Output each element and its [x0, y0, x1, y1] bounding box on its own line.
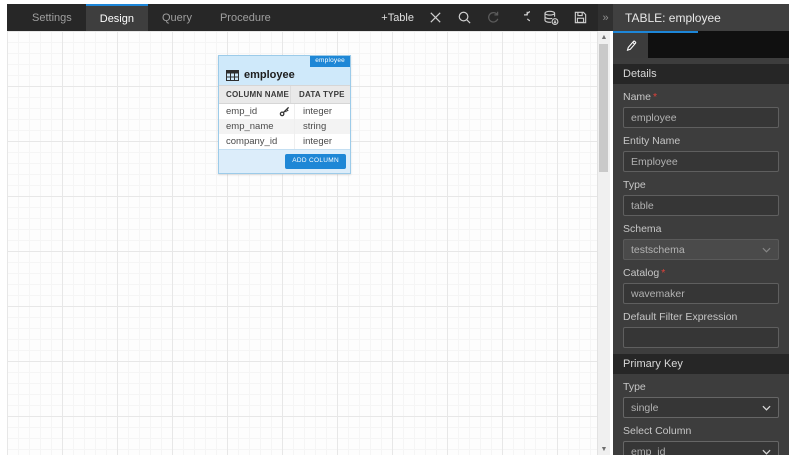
- section-details: Details: [613, 64, 789, 84]
- selected-value: testschema: [631, 243, 685, 256]
- export-database-icon[interactable]: [543, 10, 559, 26]
- mode-tabs: Settings Design Query Procedure: [7, 4, 285, 31]
- field-label: Entity Name: [623, 135, 681, 147]
- field-label: Default Filter Expression: [623, 311, 738, 323]
- field-label: Type: [623, 179, 646, 191]
- tab-procedure[interactable]: Procedure: [206, 4, 285, 31]
- field-default-filter: Default Filter Expression: [613, 311, 789, 348]
- entity-name-input[interactable]: [623, 151, 779, 172]
- redo-icon[interactable]: [514, 10, 530, 26]
- field-catalog: Catalog *: [613, 267, 789, 304]
- field-type: Type: [613, 179, 789, 216]
- name-input[interactable]: [623, 107, 779, 128]
- column-type: integer: [303, 136, 333, 147]
- entity-card-footer: ADD COLUMN: [219, 149, 350, 173]
- column-name: company_id: [226, 136, 278, 147]
- panel-tabstrip: [613, 31, 789, 58]
- table-row-company-id[interactable]: company_id integer: [219, 134, 350, 149]
- column-type: integer: [303, 106, 333, 117]
- table-row-emp-name[interactable]: emp_name string: [219, 119, 350, 134]
- catalog-input[interactable]: [623, 283, 779, 304]
- panel-title: TABLE: employee: [613, 4, 789, 31]
- add-column-button[interactable]: ADD COLUMN: [285, 154, 346, 169]
- column-name: emp_id: [226, 106, 258, 117]
- pk-type-select[interactable]: single: [623, 397, 779, 418]
- column-type: string: [303, 121, 327, 132]
- field-label: Catalog: [623, 267, 660, 279]
- selected-value: emp_id: [631, 445, 666, 456]
- scrollbar-thumb[interactable]: [599, 44, 608, 172]
- pk-column-select[interactable]: emp_id: [623, 441, 779, 455]
- design-canvas[interactable]: employee employee COLUMN NAME DATA TYPE …: [7, 31, 597, 455]
- column-header-row: COLUMN NAME DATA TYPE: [219, 85, 350, 104]
- search-icon[interactable]: [456, 10, 472, 26]
- chevron-down-icon: [762, 247, 771, 253]
- column-name-header: COLUMN NAME: [226, 90, 290, 99]
- entity-badge: employee: [310, 56, 350, 67]
- table-row-emp-id[interactable]: emp_id integer: [219, 104, 350, 119]
- data-type-header: DATA TYPE: [290, 86, 350, 103]
- tab-edit[interactable]: [613, 33, 648, 58]
- close-icon[interactable]: [427, 10, 443, 26]
- panel-collapse-chevrons-icon[interactable]: »: [598, 4, 613, 31]
- required-asterisk: *: [653, 91, 658, 103]
- entity-title: employee: [244, 69, 295, 81]
- tab-query[interactable]: Query: [148, 4, 206, 31]
- selected-value: single: [631, 401, 659, 414]
- field-label: Type: [623, 381, 646, 393]
- tab-settings[interactable]: Settings: [18, 4, 86, 31]
- scroll-down-icon[interactable]: ▼: [598, 443, 610, 455]
- schema-select[interactable]: testschema: [623, 239, 779, 260]
- canvas-vertical-scrollbar[interactable]: ▲ ▼: [597, 31, 610, 455]
- field-label: Name: [623, 91, 652, 103]
- field-pk-select-column: Select Column emp_id: [613, 425, 789, 455]
- chevron-down-icon: [762, 449, 771, 455]
- section-primary-key: Primary Key: [613, 354, 789, 374]
- scroll-up-icon[interactable]: ▲: [598, 31, 610, 43]
- type-input[interactable]: [623, 195, 779, 216]
- field-schema: Schema testschema: [613, 223, 789, 260]
- save-icon[interactable]: [572, 10, 588, 26]
- default-filter-input[interactable]: [623, 327, 779, 348]
- primary-key-icon: [279, 106, 290, 117]
- field-entity-name: Entity Name: [613, 135, 789, 172]
- entity-card-employee[interactable]: employee employee COLUMN NAME DATA TYPE …: [218, 55, 351, 174]
- pencil-icon: [626, 40, 636, 51]
- add-table-button[interactable]: +Table: [381, 12, 414, 24]
- field-label: Schema: [623, 223, 662, 235]
- required-asterisk: *: [661, 267, 666, 279]
- properties-panel: TABLE: employee Details Name* Entity Nam…: [613, 4, 789, 455]
- top-toolbar: Settings Design Query Procedure +Table: [7, 4, 598, 31]
- table-grid-icon: [226, 70, 239, 81]
- chevron-down-icon: [762, 405, 771, 411]
- undo-icon[interactable]: [485, 10, 501, 26]
- toolbar-actions: +Table: [381, 4, 598, 31]
- field-pk-type: Type single: [613, 381, 789, 418]
- field-label: Select Column: [623, 425, 692, 437]
- column-name: emp_name: [226, 121, 274, 132]
- field-name: Name *: [613, 91, 789, 128]
- tab-design[interactable]: Design: [85, 4, 148, 31]
